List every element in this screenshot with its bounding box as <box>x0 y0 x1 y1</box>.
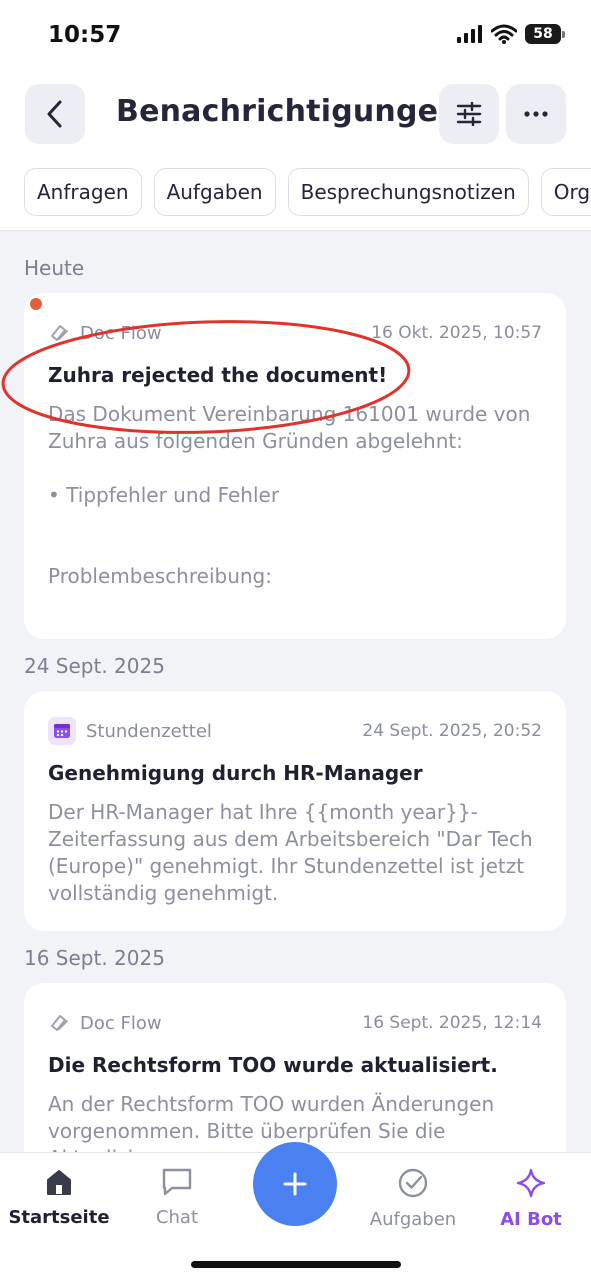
card-body: Das Dokument Vereinbarung 161001 wurde v… <box>48 402 531 588</box>
notification-card[interactable]: Doc Flow 16 Okt. 2025, 10:57 Zuhra rejec… <box>24 293 566 639</box>
home-indicator <box>191 1261 401 1268</box>
card-title: Zuhra rejected the document! <box>48 363 388 387</box>
card-title: Die Rechtsform TOO wurde aktualisiert. <box>48 1053 498 1077</box>
chip-anfragen[interactable]: Anfragen <box>24 168 142 216</box>
back-button[interactable] <box>25 84 85 144</box>
more-button[interactable] <box>506 84 566 144</box>
tab-chat-label: Chat <box>155 1207 199 1228</box>
card-title: Genehmigung durch HR-Manager <box>48 761 423 785</box>
top-bar: 10:57 58 Benachrichtigungen Anfragen Auf… <box>0 0 591 231</box>
status-time: 10:57 <box>48 22 122 48</box>
tab-home[interactable]: Startseite <box>4 1167 114 1228</box>
tab-tasks[interactable]: Aufgaben <box>358 1167 468 1230</box>
card-time: 16 Okt. 2025, 10:57 <box>371 323 542 343</box>
sliders-icon <box>456 102 482 126</box>
doc-flow-icon <box>51 325 68 341</box>
tab-tasks-label: Aufgaben <box>369 1209 457 1230</box>
check-circle-icon <box>398 1168 428 1198</box>
home-icon <box>47 1170 71 1195</box>
filter-chips: Anfragen Aufgaben Besprechungsnotizen Or… <box>24 168 591 218</box>
signal-icon <box>457 25 482 43</box>
status-icons: 58 <box>457 24 565 44</box>
card-source: Doc Flow <box>48 322 162 344</box>
more-dots-icon <box>524 111 548 117</box>
battery-indicator: 58 <box>525 24 565 44</box>
doc-flow-icon <box>51 1015 68 1031</box>
tab-ai-label: AI Bot <box>500 1209 562 1230</box>
page-title: Benachrichtigungen <box>116 94 460 129</box>
notification-card[interactable]: Stundenzettel 24 Sept. 2025, 20:52 Geneh… <box>24 691 566 931</box>
card-body: Der HR-Manager hat Ihre {{month year}}-Z… <box>48 800 533 905</box>
chip-besprechungsnotizen[interactable]: Besprechungsnotizen <box>287 168 529 216</box>
section-label-date: 24 Sept. 2025 <box>24 654 165 678</box>
add-button[interactable] <box>253 1142 337 1226</box>
card-source-label: Stundenzettel <box>86 720 212 742</box>
card-time: 16 Sept. 2025, 12:14 <box>362 1013 542 1033</box>
section-label-date: 16 Sept. 2025 <box>24 946 165 970</box>
card-source-label: Doc Flow <box>80 322 162 344</box>
card-header: Doc Flow 16 Sept. 2025, 12:14 <box>48 1009 542 1037</box>
tab-home-label: Startseite <box>8 1207 110 1228</box>
chip-org[interactable]: Org <box>540 168 591 216</box>
card-source: Doc Flow <box>48 1012 162 1034</box>
filter-settings-button[interactable] <box>439 84 499 144</box>
card-source: Stundenzettel <box>48 717 212 745</box>
card-time: 24 Sept. 2025, 20:52 <box>362 721 542 741</box>
tab-chat[interactable]: Chat <box>122 1167 232 1228</box>
card-source-label: Doc Flow <box>80 1012 162 1034</box>
chat-icon <box>162 1168 192 1196</box>
card-header: Stundenzettel 24 Sept. 2025, 20:52 <box>48 717 542 745</box>
unread-dot <box>30 298 42 310</box>
chevron-left-icon <box>47 100 62 128</box>
card-header: Doc Flow 16 Okt. 2025, 10:57 <box>48 319 542 347</box>
wifi-icon <box>491 24 517 44</box>
tab-ai-bot[interactable]: AI Bot <box>476 1167 586 1230</box>
calendar-icon <box>48 717 76 745</box>
section-label-today: Heute <box>24 256 85 280</box>
sparkle-icon <box>516 1168 546 1198</box>
chip-aufgaben[interactable]: Aufgaben <box>153 168 276 216</box>
plus-icon <box>283 1172 307 1196</box>
